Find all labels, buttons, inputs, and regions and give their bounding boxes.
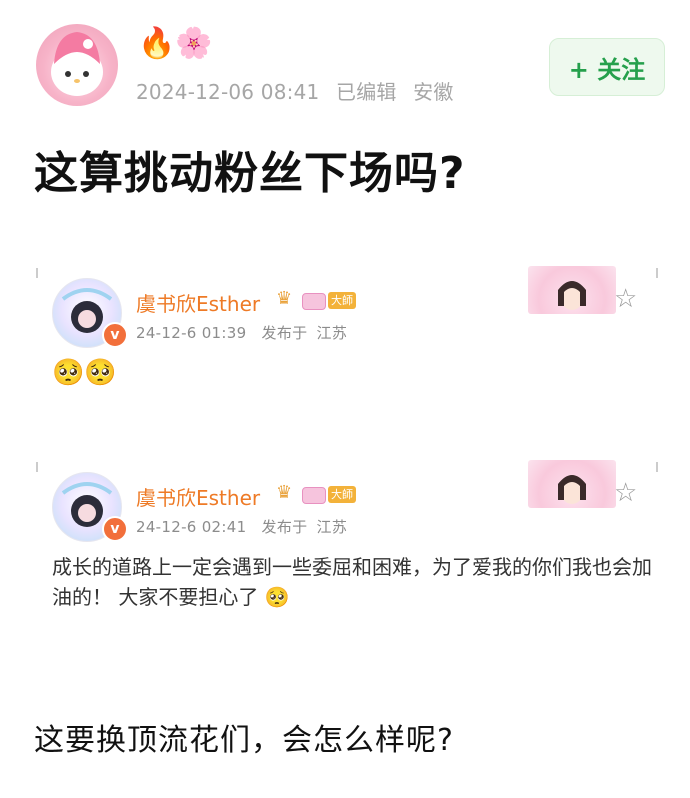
card-location-label: 发布于 — [261, 518, 308, 536]
level-badge: 大師 — [328, 292, 356, 309]
card-date: 24-12-6 01:39 — [136, 324, 247, 342]
follow-button[interactable]: + 关注 — [549, 38, 665, 96]
crop-mark — [36, 462, 38, 472]
portrait-icon — [558, 475, 586, 504]
crown-icon: ♛ — [276, 288, 293, 309]
card-author-name[interactable]: 虞书欣Esther — [136, 288, 260, 317]
level-badge: 大師 — [328, 486, 356, 503]
post-timestamp: 2024-12-06 08:41 — [136, 80, 320, 104]
embedded-post-card[interactable]: v 虞书欣Esther ♛ 大師 24-12-6 02:41 发布于 江苏 ☆ … — [30, 456, 664, 636]
crop-mark — [656, 268, 658, 278]
card-location: 江苏 — [316, 518, 348, 536]
card-content-text: 成长的道路上一定会遇到一些委屈和困难，为了爱我的你们我也会加油的！ 大家不要担心… — [52, 555, 652, 609]
crop-mark — [656, 462, 658, 472]
crop-mark — [36, 268, 38, 278]
portrait-icon — [558, 281, 586, 310]
post-meta: 2024-12-06 08:41 已编辑 安徽 — [136, 76, 454, 105]
card-location: 江苏 — [316, 324, 348, 342]
author-avatar[interactable] — [36, 24, 118, 106]
verified-icon: v — [102, 516, 128, 542]
card-content-emojis: 🥺🥺 — [52, 358, 117, 388]
author-badges: 🔥🌸 — [138, 26, 213, 61]
embedded-post-card[interactable]: v 虞书欣Esther ♛ 大師 24-12-6 01:39 发布于 江苏 ☆ … — [30, 262, 664, 432]
card-cover-image — [528, 266, 616, 314]
card-cover-image — [528, 460, 616, 508]
post-location: 安徽 — [413, 80, 454, 104]
card-meta: 24-12-6 02:41 发布于 江苏 — [136, 516, 347, 537]
fan-badge-icon — [302, 487, 326, 504]
post-edited-label: 已编辑 — [336, 80, 397, 104]
post-body-text: 这要换顶流花们，会怎么样呢? — [34, 723, 454, 758]
post-headline: 这算挑动粉丝下场吗? — [34, 148, 466, 199]
card-location-label: 发布于 — [261, 324, 308, 342]
card-date: 24-12-6 02:41 — [136, 518, 247, 536]
crown-icon: ♛ — [276, 482, 293, 503]
card-author-name[interactable]: 虞书欣Esther — [136, 482, 260, 511]
fan-badge-icon — [302, 293, 326, 310]
card-meta: 24-12-6 01:39 发布于 江苏 — [136, 322, 347, 343]
favorite-star-icon[interactable]: ☆ — [614, 478, 637, 508]
favorite-star-icon[interactable]: ☆ — [614, 284, 637, 314]
melody-avatar-icon — [51, 32, 103, 96]
verified-icon: v — [102, 322, 128, 348]
